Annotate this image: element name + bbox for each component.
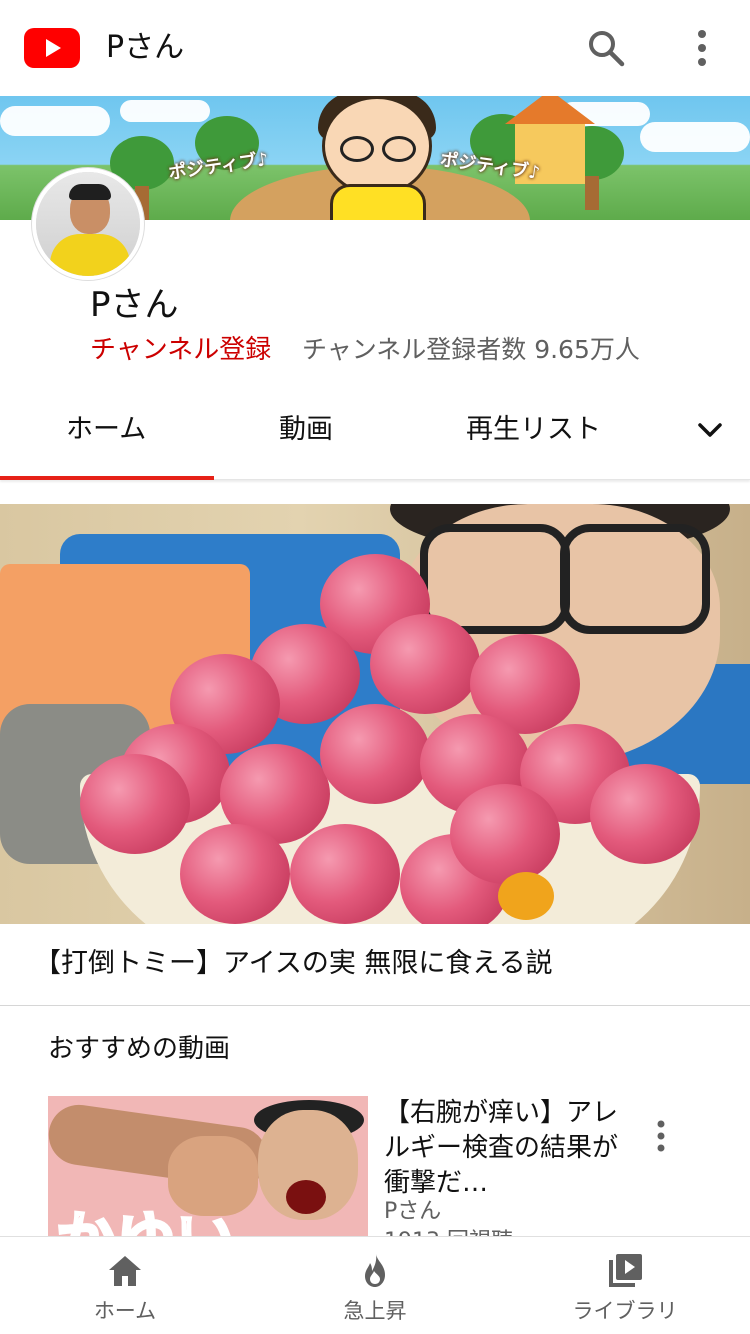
tab-home[interactable]: ホーム [66, 412, 146, 448]
thumb-berry [590, 764, 700, 864]
thumb-glasses [560, 524, 710, 634]
trending-icon [365, 1254, 385, 1287]
nav-home[interactable]: ホーム [0, 1237, 250, 1334]
featured-video-title[interactable]: 【打倒トミー】アイスの実 無限に食える説 [34, 944, 553, 984]
youtube-logo-icon[interactable] [24, 28, 80, 68]
cloud-shape [120, 100, 210, 122]
thumb-berry [180, 824, 290, 924]
cloud-shape [0, 106, 110, 136]
chevron-down-icon[interactable] [694, 414, 726, 446]
recommended-section-title: おすすめの動画 [48, 1034, 231, 1064]
nav-label: 急上昇 [343, 1299, 407, 1323]
featured-video-thumbnail[interactable] [0, 504, 750, 924]
nav-label: ホーム [93, 1299, 157, 1323]
avatar-hair [69, 184, 111, 200]
thumb-mouth [286, 1180, 326, 1214]
nav-label: ライブラリ [572, 1299, 678, 1323]
recommended-video-channel: Pさん [384, 1199, 442, 1224]
more-vert-icon[interactable] [646, 1118, 676, 1154]
thumb-berry [370, 614, 480, 714]
app-bar-title: Pさん [106, 30, 185, 65]
nav-library[interactable]: ライブラリ [500, 1237, 750, 1334]
channel-title: Pさん [90, 285, 179, 325]
recommended-video-title[interactable]: 【右腕が痒い】アレルギー検査の結果が衝撃だ… [384, 1096, 624, 1201]
home-icon [109, 1256, 141, 1286]
section-divider [0, 1005, 750, 1006]
subscribe-button[interactable]: チャンネル登録 [90, 333, 271, 367]
search-icon[interactable] [584, 26, 628, 70]
thumb-hand [168, 1136, 258, 1216]
mascot-glasses [340, 136, 374, 162]
library-icon [609, 1254, 642, 1287]
tab-videos[interactable]: 動画 [279, 412, 333, 448]
top-app-bar: Pさん [0, 0, 750, 96]
nav-trending[interactable]: 急上昇 [250, 1237, 500, 1334]
mascot-body [330, 184, 426, 220]
active-tab-indicator [0, 476, 214, 480]
bottom-navigation: ホーム 急上昇 ライブラリ [0, 1236, 750, 1334]
channel-avatar[interactable] [32, 168, 144, 280]
thumb-berry [450, 784, 560, 884]
avatar-shirt [50, 234, 130, 276]
channel-tabs: ホーム 動画 再生リスト [0, 390, 750, 480]
tree-trunk [585, 176, 599, 210]
youtube-channel-page: Pさん ポジティブ♪ ポジティブ♪ Pさん チャンネル登録 チャンネル登録者数 … [0, 0, 750, 1334]
thumb-berry [80, 754, 190, 854]
subscriber-count: チャンネル登録者数 9.65万人 [302, 335, 640, 364]
house-roof [505, 96, 595, 124]
thumb-berry [320, 704, 430, 804]
thumb-orange-piece [498, 872, 554, 920]
banner-text-left: ポジティブ♪ [167, 149, 270, 184]
mascot-glasses [382, 136, 416, 162]
thumb-berry [290, 824, 400, 924]
tab-playlists[interactable]: 再生リスト [466, 412, 601, 448]
more-vert-icon[interactable] [684, 26, 720, 70]
cloud-shape [640, 122, 750, 152]
